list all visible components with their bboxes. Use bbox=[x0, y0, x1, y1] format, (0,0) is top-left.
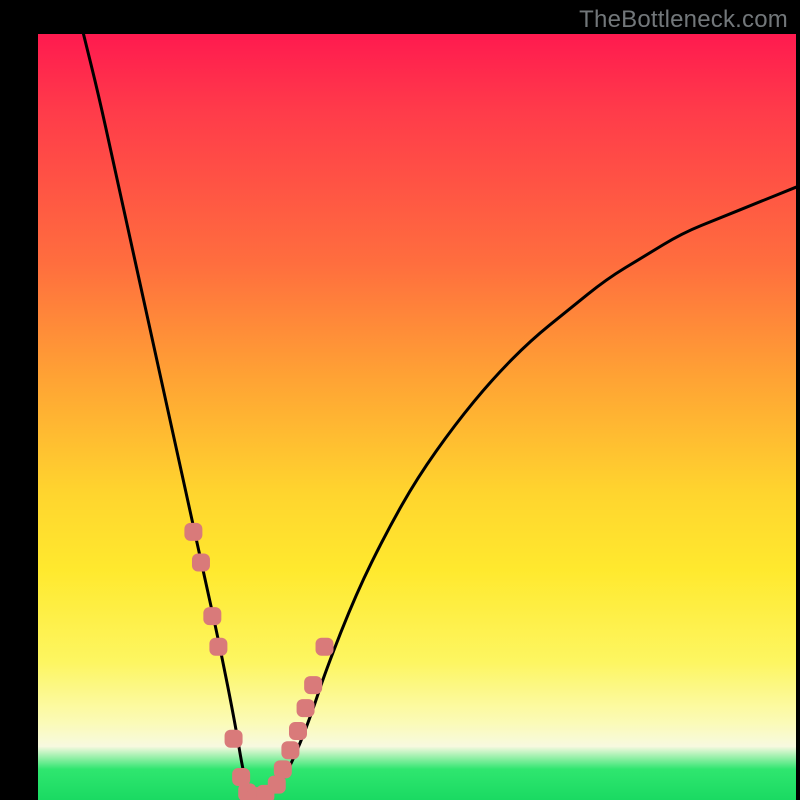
curve-marker bbox=[304, 676, 322, 694]
curve-marker bbox=[281, 741, 299, 759]
curve-marker bbox=[297, 699, 315, 717]
bottleneck-curve bbox=[83, 34, 796, 800]
curve-marker bbox=[184, 523, 202, 541]
curve-marker bbox=[289, 722, 307, 740]
curve-marker bbox=[268, 776, 286, 794]
curve-marker bbox=[316, 638, 334, 656]
curve-marker bbox=[225, 730, 243, 748]
curve-marker bbox=[203, 607, 221, 625]
curve-marker bbox=[192, 554, 210, 572]
curve-marker bbox=[232, 768, 250, 786]
watermark-text: TheBottleneck.com bbox=[579, 6, 788, 34]
curve-marker bbox=[274, 760, 292, 778]
curve-svg bbox=[38, 34, 796, 800]
curve-marker bbox=[209, 638, 227, 656]
chart-frame: TheBottleneck.com bbox=[0, 0, 800, 800]
plot-area bbox=[38, 34, 796, 800]
